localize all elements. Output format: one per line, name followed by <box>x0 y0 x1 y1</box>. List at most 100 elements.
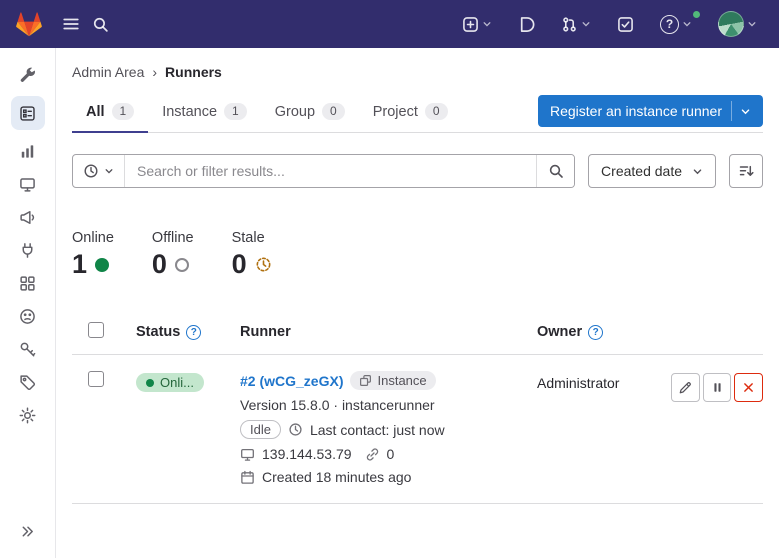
breadcrumb-admin-area[interactable]: Admin Area <box>72 64 144 80</box>
tab-label: Instance <box>162 104 217 120</box>
runner-created-ago: Created 18 minutes ago <box>262 469 411 485</box>
clock-icon <box>288 422 303 437</box>
bar-chart-icon <box>19 143 36 160</box>
breadcrumb-separator: › <box>152 64 157 80</box>
link-icon <box>365 447 380 462</box>
admin-sidebar <box>0 48 56 558</box>
sidebar-item-overview[interactable] <box>11 96 45 130</box>
search-button[interactable] <box>536 155 574 187</box>
runner-row-actions <box>671 371 763 402</box>
global-search-icon[interactable] <box>86 10 115 39</box>
overview-list-icon <box>19 105 36 122</box>
sort-dropdown-label: Created date <box>601 163 682 179</box>
tab-group[interactable]: Group 0 <box>261 92 359 133</box>
chevron-down-icon <box>482 19 492 29</box>
sort-direction-button[interactable] <box>729 154 763 188</box>
key-icon <box>19 341 36 358</box>
runner-tabs-row: All 1 Instance 1 Group 0 Project 0 <box>72 92 763 133</box>
chevron-down-icon <box>581 19 591 29</box>
online-badge-label: Onli... <box>160 375 194 390</box>
tab-label: All <box>86 104 105 120</box>
avatar <box>718 11 744 37</box>
online-dot-icon <box>146 379 154 387</box>
select-all-checkbox[interactable] <box>88 322 104 338</box>
sidebar-item-monitoring[interactable] <box>11 168 45 201</box>
breadcrumb-runners: Runners <box>165 64 222 80</box>
delete-runner-button[interactable] <box>734 373 763 402</box>
sidebar-item-abuse-reports[interactable] <box>11 300 45 333</box>
owner-help-icon[interactable] <box>588 325 603 340</box>
edit-runner-button[interactable] <box>671 373 700 402</box>
history-clock-icon <box>83 163 99 179</box>
row-checkbox[interactable] <box>88 371 104 387</box>
sidebar-item-applications[interactable] <box>11 267 45 300</box>
runner-name-link[interactable]: #2 (wCG_zeGX) <box>240 373 343 389</box>
sidebar-item-settings[interactable] <box>11 399 45 432</box>
new-plus-dropdown[interactable] <box>456 10 498 39</box>
tab-project[interactable]: Project 0 <box>359 92 462 133</box>
sidebar-item-deploy-keys[interactable] <box>11 333 45 366</box>
runner-table-row: Onli... #2 (wCG_zeGX) Instance Version 1… <box>72 355 763 504</box>
sidebar-item-labels[interactable] <box>11 366 45 399</box>
runner-tabs: All 1 Instance 1 Group 0 Project 0 <box>72 92 538 132</box>
chevron-down-icon <box>747 19 757 29</box>
register-button-dropdown-toggle[interactable] <box>731 101 759 121</box>
tab-count-badge: 0 <box>322 103 345 120</box>
runner-type-badge: Instance <box>350 371 435 390</box>
sidebar-item-analytics[interactable] <box>11 135 45 168</box>
runner-table-header: Status Runner Owner <box>72 310 763 355</box>
sort-by-dropdown[interactable]: Created date <box>588 154 716 188</box>
tab-all[interactable]: All 1 <box>72 92 148 133</box>
user-menu-dropdown[interactable] <box>712 5 763 43</box>
apps-grid-icon <box>19 275 36 292</box>
megaphone-icon <box>19 209 36 226</box>
sidebar-collapse-button[interactable] <box>11 515 45 548</box>
filter-history-dropdown[interactable] <box>73 155 125 187</box>
merge-requests-dropdown[interactable] <box>555 10 597 39</box>
stat-value: 0 <box>232 251 247 278</box>
stat-label: Online <box>72 230 114 246</box>
column-header-status: Status <box>136 324 180 340</box>
todos-icon[interactable] <box>611 10 640 39</box>
double-chevron-right-icon <box>20 524 35 539</box>
stat-online: Online 1 <box>72 230 114 278</box>
pencil-icon <box>678 381 692 395</box>
pause-icon <box>711 381 724 394</box>
top-navigation-bar <box>0 0 779 48</box>
face-icon <box>19 308 36 325</box>
gitlab-admin-runners-page: Admin Area › Runners All 1 Instance 1 Gr… <box>0 0 779 558</box>
stat-offline: Offline 0 <box>152 230 194 278</box>
register-button-label: Register an instance runner <box>550 103 722 119</box>
gear-icon <box>19 407 36 424</box>
plug-hook-icon <box>19 242 36 259</box>
tab-label: Group <box>275 104 315 120</box>
sidebar-item-admin-wrench[interactable] <box>11 58 45 91</box>
runner-jobs-count: 0 <box>387 446 395 462</box>
hamburger-menu-icon[interactable] <box>56 9 86 39</box>
sort-descending-icon <box>738 163 754 179</box>
help-question-icon <box>660 15 679 34</box>
runner-last-contact: Last contact: just now <box>310 422 445 438</box>
wrench-icon <box>19 66 36 83</box>
search-input[interactable] <box>125 155 536 187</box>
gitlab-logo-icon[interactable] <box>16 12 42 37</box>
register-instance-runner-button[interactable]: Register an instance runner <box>538 95 763 127</box>
tab-count-badge: 1 <box>112 103 135 120</box>
pause-runner-button[interactable] <box>703 373 732 402</box>
sidebar-item-messages[interactable] <box>11 201 45 234</box>
offline-status-ring-icon <box>175 258 189 272</box>
tab-instance[interactable]: Instance 1 <box>148 92 261 133</box>
close-x-icon <box>742 381 755 394</box>
runner-summary-cell: #2 (wCG_zeGX) Instance Version 15.8.0 · … <box>240 371 537 485</box>
online-status-dot-icon <box>95 258 109 272</box>
help-dropdown[interactable] <box>654 9 698 40</box>
chevron-down-icon <box>692 166 703 177</box>
issues-icon[interactable] <box>512 10 541 39</box>
tab-label: Project <box>373 104 418 120</box>
sidebar-item-system-hooks[interactable] <box>11 234 45 267</box>
merge-request-icon <box>561 16 578 33</box>
stat-value: 0 <box>152 251 167 278</box>
status-help-icon[interactable] <box>186 325 201 340</box>
runner-version-info: Version 15.8.0 · instancerunner <box>240 397 435 413</box>
chevron-down-icon <box>104 166 114 176</box>
